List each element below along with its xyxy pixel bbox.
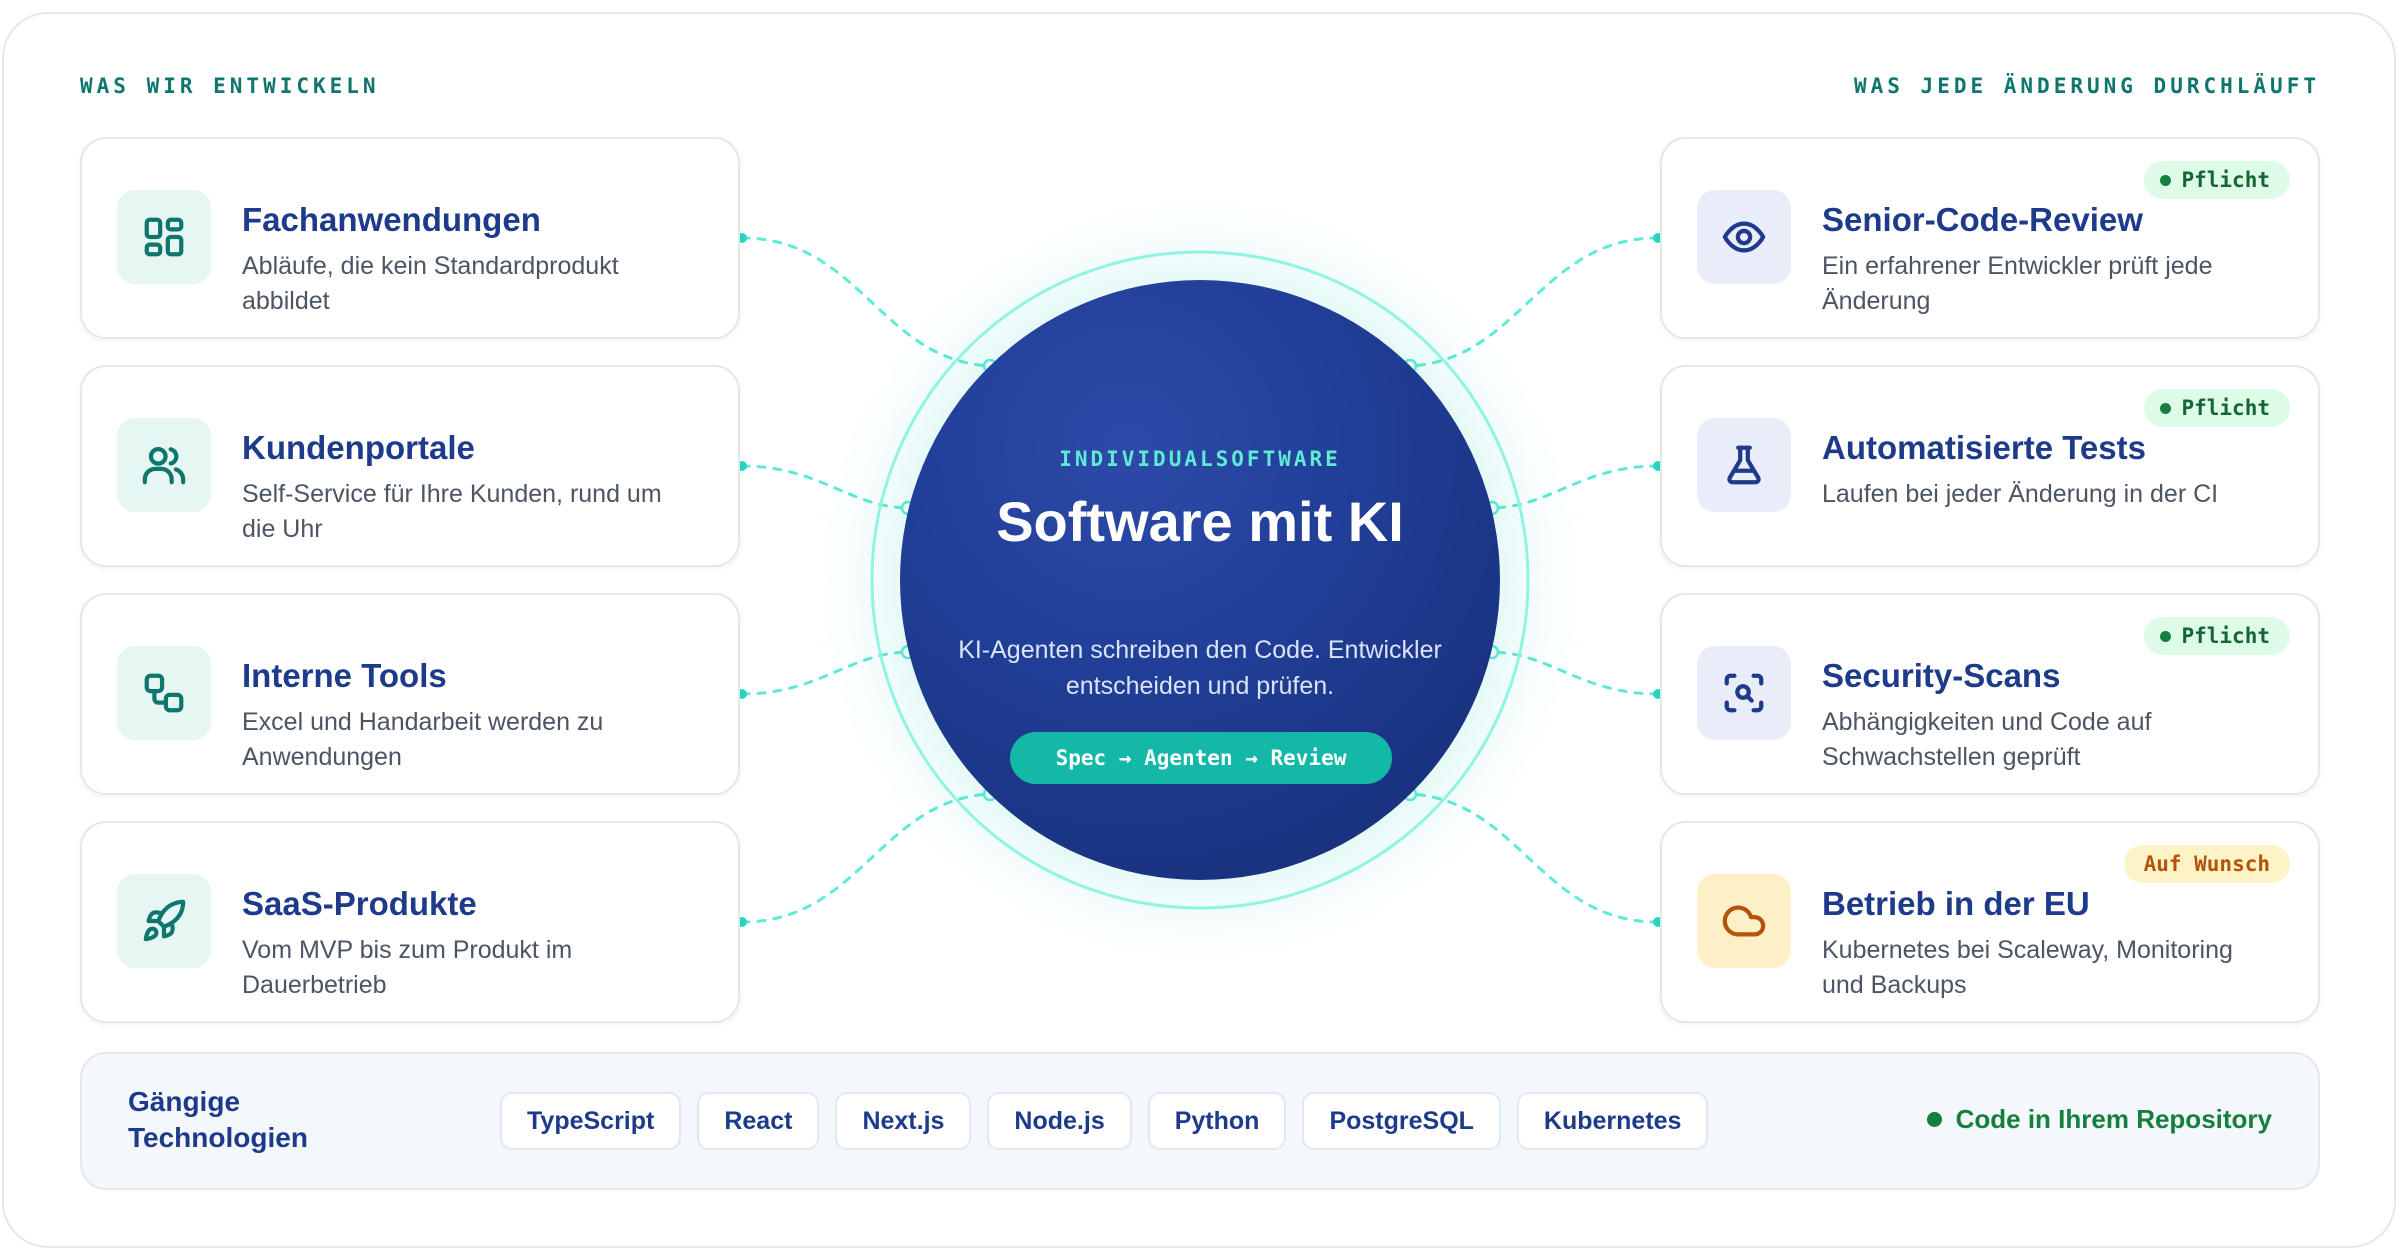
card-description: Ein erfahrener Entwickler prüft jede Änd… bbox=[1822, 252, 2213, 315]
users-icon bbox=[117, 418, 211, 512]
badge-label: Pflicht bbox=[2181, 396, 2270, 420]
card-description: Excel und Handarbeit werden zu Anwendung… bbox=[242, 708, 604, 771]
repository-note: Code in Ihrem Repository bbox=[1926, 1104, 2272, 1135]
status-badge: Pflicht bbox=[2144, 161, 2290, 199]
card-description: Self-Service für Ihre Kunden, rund um di… bbox=[242, 480, 662, 543]
cloud-icon bbox=[1697, 874, 1791, 968]
center-description: KI-Agenten schreiben den Code. Entwickle… bbox=[958, 636, 1442, 700]
badge-dot bbox=[2160, 174, 2172, 186]
badge-dot bbox=[2160, 630, 2172, 642]
status-badge: Pflicht bbox=[2144, 617, 2290, 655]
card-title: Kundenportale bbox=[242, 429, 475, 466]
tech-chip-nextjs: Next.js bbox=[835, 1092, 972, 1150]
card-security-scans: Pflicht Security-Scans Abhängigkeiten un… bbox=[1660, 593, 2320, 795]
card-description: Kubernetes bei Scaleway, Monitoring und … bbox=[1822, 936, 2233, 999]
card-saas-produkte: SaaS-Produkte Vom MVP bis zum Produkt im… bbox=[80, 821, 740, 1023]
technology-label: Gängige Technologien bbox=[128, 1086, 308, 1153]
card-title: SaaS-Produkte bbox=[242, 885, 477, 922]
repo-dot bbox=[1926, 1112, 1942, 1127]
connector-right-4 bbox=[1408, 792, 1660, 924]
badge-label: Auf Wunsch bbox=[2143, 852, 2270, 876]
rocket-icon bbox=[117, 874, 211, 968]
tech-chip-python: Python bbox=[1147, 1092, 1287, 1150]
tech-chip-postgresql: PostgreSQL bbox=[1302, 1092, 1501, 1150]
card-kundenportale: Kundenportale Self-Service für Ihre Kund… bbox=[80, 365, 740, 567]
grid-icon bbox=[117, 190, 211, 284]
tech-chip-kubernetes: Kubernetes bbox=[1516, 1092, 1709, 1150]
eye-icon bbox=[1697, 190, 1791, 284]
card-interne-tools: Interne Tools Excel und Handarbeit werde… bbox=[80, 593, 740, 795]
tech-chip-nodejs: Node.js bbox=[987, 1092, 1132, 1150]
card-description: Abläufe, die kein Standardprodukt abbild… bbox=[242, 252, 619, 315]
badge-dot bbox=[2160, 402, 2172, 414]
tech-chip-typescript: TypeScript bbox=[500, 1092, 682, 1150]
card-fachanwendungen: Fachanwendungen Abläufe, die kein Standa… bbox=[80, 137, 740, 339]
card-automatisierte-tests: Pflicht Automatisierte Tests Laufen bei … bbox=[1660, 365, 2320, 567]
card-title: Security-Scans bbox=[1822, 657, 2061, 694]
card-description: Abhängigkeiten und Code auf Schwachstell… bbox=[1822, 708, 2152, 771]
card-description: Laufen bei jeder Änderung in der CI bbox=[1822, 480, 2219, 508]
flask-icon bbox=[1697, 418, 1791, 512]
card-description: Vom MVP bis zum Produkt im Dauerbetrieb bbox=[242, 936, 573, 999]
connector-left-1 bbox=[740, 236, 992, 368]
card-title: Automatisierte Tests bbox=[1822, 429, 2146, 466]
scan-search-icon bbox=[1697, 646, 1791, 740]
center-hub: INDIVIDUALSOFTWARE Software mit KI KI-Ag… bbox=[900, 280, 1500, 880]
connector-left-4 bbox=[740, 792, 992, 924]
center-title: Software mit KI bbox=[996, 490, 1404, 553]
status-badge: Pflicht bbox=[2144, 389, 2290, 427]
center-eyebrow: INDIVIDUALSOFTWARE bbox=[1059, 447, 1341, 471]
badge-label: Pflicht bbox=[2181, 168, 2270, 192]
card-title: Senior-Code-Review bbox=[1822, 201, 2143, 238]
card-title: Interne Tools bbox=[242, 657, 447, 694]
process-pill: Spec → Agenten → Review bbox=[1010, 732, 1392, 784]
optional-badge: Auf Wunsch bbox=[2123, 845, 2290, 883]
tech-chip-react: React bbox=[697, 1092, 820, 1150]
card-senior-code-review: Pflicht Senior-Code-Review Ein erfahrene… bbox=[1660, 137, 2320, 339]
technology-bar: Gängige Technologien TypeScript React Ne… bbox=[80, 1052, 2320, 1190]
card-betrieb-in-der-eu: Auf Wunsch Betrieb in der EU Kubernetes … bbox=[1660, 821, 2320, 1023]
repository-label: Code in Ihrem Repository bbox=[1955, 1104, 2272, 1134]
technology-chips: TypeScript React Next.js Node.js Python … bbox=[500, 1092, 1709, 1150]
badge-label: Pflicht bbox=[2181, 624, 2270, 648]
card-title: Betrieb in der EU bbox=[1822, 885, 2090, 922]
connector-right-1 bbox=[1408, 236, 1660, 368]
workflow-icon bbox=[117, 646, 211, 740]
card-title: Fachanwendungen bbox=[242, 201, 541, 238]
